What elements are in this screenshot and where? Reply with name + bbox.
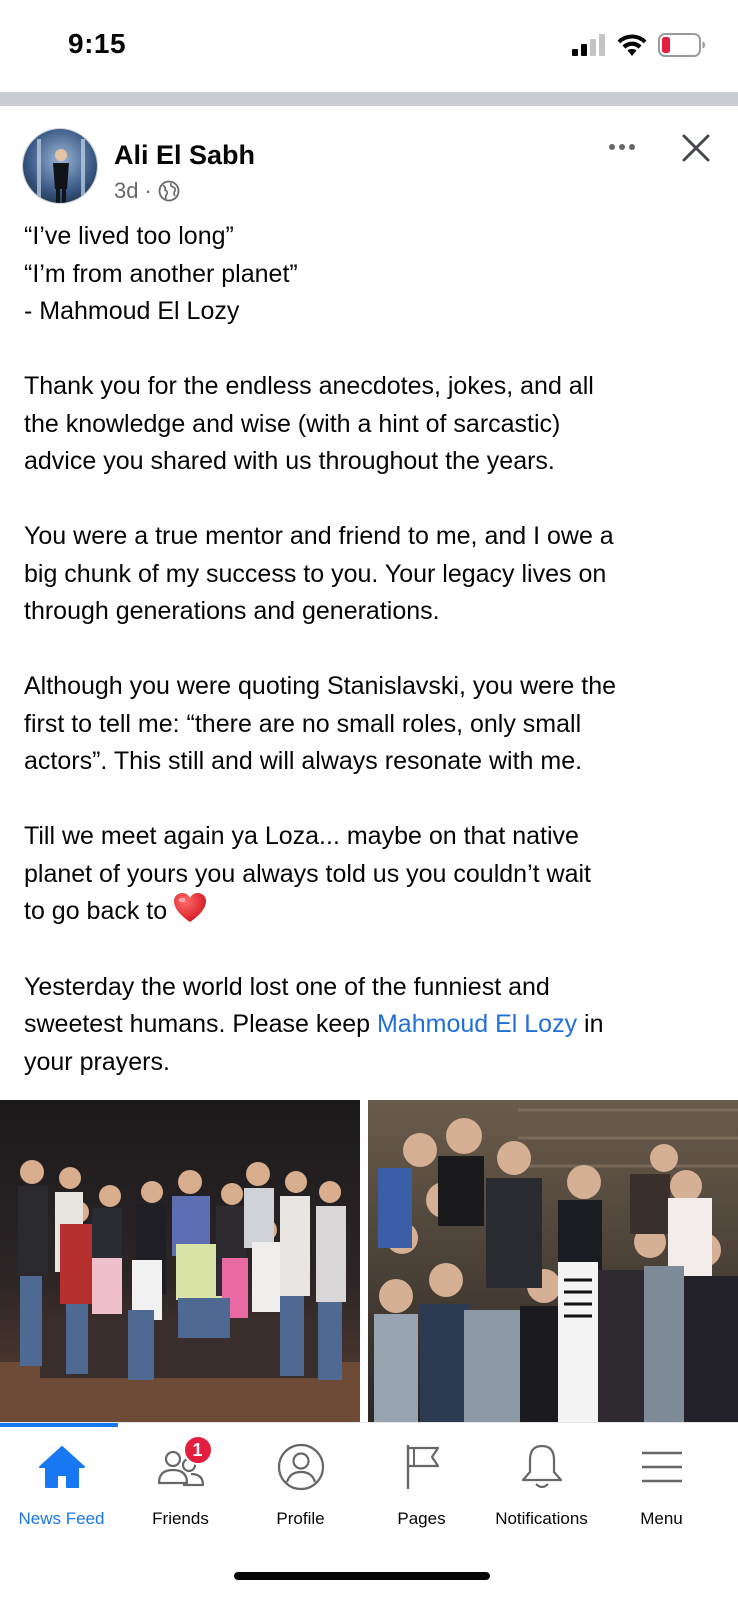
close-icon: [682, 134, 710, 162]
post-paragraph: “I’ve lived too long” “I’m from another …: [24, 218, 714, 331]
post-text: “I’ve lived too long” “I’m from another …: [24, 218, 714, 1081]
tab-news-feed[interactable]: News Feed: [0, 1439, 123, 1549]
post-line-mention: sweetest humans. Please keep Mahmoud El …: [24, 1006, 714, 1044]
post-age[interactable]: 3d: [114, 178, 138, 204]
menu-icon: [641, 1451, 682, 1483]
status-icons: [572, 33, 706, 57]
wifi-icon: [617, 34, 647, 56]
tab-notifications[interactable]: Notifications: [480, 1439, 603, 1549]
author-name[interactable]: Ali El Sabh: [114, 140, 255, 171]
mention-link[interactable]: Mahmoud El Lozy: [377, 1010, 577, 1038]
feed-divider: [0, 92, 738, 106]
mention-prefix: sweetest humans. Please keep: [24, 1010, 377, 1038]
close-button[interactable]: [676, 128, 716, 168]
post-line: “I’m from another planet”: [24, 259, 298, 288]
flag-icon: [406, 1445, 439, 1489]
bell-icon: [521, 1444, 562, 1489]
post-meta: 3d ·: [114, 178, 180, 204]
post-line: “I’ve lived too long”: [24, 222, 234, 250]
post-photo-2[interactable]: [368, 1100, 738, 1422]
post-line: through generations and generations.: [24, 597, 440, 625]
profile-icon: [277, 1443, 324, 1491]
post-paragraph: Till we meet again ya Loza... maybe on t…: [24, 818, 714, 937]
tab-label: Friends: [152, 1509, 209, 1528]
tab-label: Pages: [397, 1509, 446, 1528]
post-line: actors”. This still and will always reso…: [24, 747, 583, 775]
post-line: your prayers.: [24, 1047, 170, 1076]
post-line: Till we meet again ya Loza... maybe on t…: [24, 822, 579, 850]
author-avatar[interactable]: [22, 128, 98, 204]
tab-label: Profile: [276, 1509, 325, 1528]
post-line: Although you were quoting Stanislavski, …: [24, 672, 617, 700]
post-paragraph: You were a true mentor and friend to me,…: [24, 518, 714, 631]
globe-icon[interactable]: [158, 180, 180, 202]
tab-label: Notifications: [495, 1509, 588, 1528]
tab-profile[interactable]: Profile: [239, 1439, 362, 1549]
meta-separator: ·: [144, 178, 152, 203]
post-line: first to tell me: “there are no small ro…: [24, 709, 582, 738]
post-line: the knowledge and wise (with a hint of s…: [24, 409, 561, 438]
post-line: You were a true mentor and friend to me,…: [24, 522, 614, 550]
home-indicator: [234, 1572, 490, 1580]
home-icon: [38, 1446, 85, 1488]
status-bar: 9:15: [0, 0, 738, 92]
post-paragraph: Thank you for the endless anecdotes, jok…: [24, 368, 714, 481]
heart-emoji-icon: [174, 893, 207, 923]
battery-icon: [658, 33, 705, 57]
friends-badge: 1: [182, 1435, 213, 1465]
heart-line-text: to go back to: [24, 897, 168, 925]
tab-label: Menu: [640, 1509, 683, 1528]
signal-icon: [572, 34, 605, 56]
post-photos: [0, 1100, 738, 1422]
post-photo-1[interactable]: [0, 1100, 360, 1422]
tab-menu[interactable]: Menu: [600, 1439, 723, 1549]
post-line-heart: to go back to: [24, 893, 714, 937]
post-line: Yesterday the world lost one of the funn…: [24, 972, 550, 1001]
tab-label: News Feed: [18, 1509, 105, 1528]
tab-pages[interactable]: Pages: [360, 1439, 483, 1549]
mention-suffix: in: [577, 1010, 604, 1038]
status-time: 9:15: [68, 28, 127, 59]
post-paragraph: Yesterday the world lost one of the funn…: [24, 969, 714, 1082]
post-line: advice you shared with us throughout the…: [24, 447, 555, 475]
post-header: Ali El Sabh 3d ·: [0, 106, 738, 210]
tab-friends[interactable]: 1 Friends: [119, 1435, 242, 1549]
post-line: big chunk of my success to you. Your leg…: [24, 559, 607, 588]
more-options-button[interactable]: [600, 132, 644, 162]
post-line: Thank you for the endless anecdotes, jok…: [24, 372, 594, 400]
post-line: planet of yours you always told us you c…: [24, 859, 591, 888]
active-tab-indicator: [0, 1423, 118, 1427]
post-paragraph: Although you were quoting Stanislavski, …: [24, 668, 714, 781]
post-line: - Mahmoud El Lozy: [24, 297, 240, 325]
